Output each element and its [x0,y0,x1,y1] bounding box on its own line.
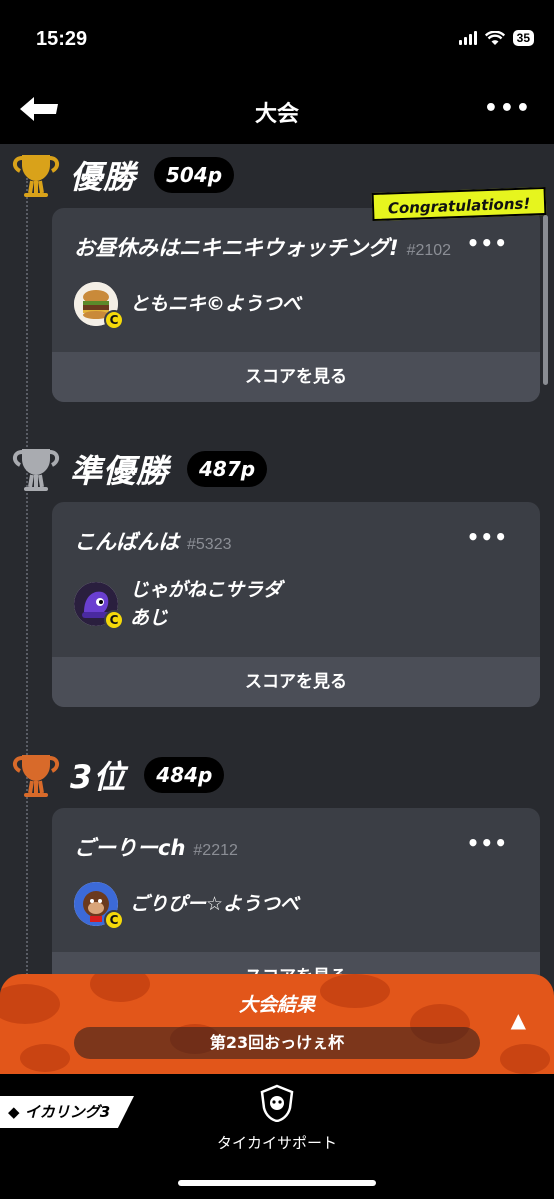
tournament-support-tab[interactable]: タイカイサポート [200,1084,354,1153]
team-id: #2212 [193,842,238,859]
card-more-icon[interactable]: ••• [467,527,508,547]
player-name: ごりぴー☆ようつべ [130,893,300,915]
player-row: C ごりぴー☆ようつべ [74,882,300,930]
tab-label: タイカイサポート [216,1135,337,1152]
wifi-icon [484,30,505,45]
gold-trophy-icon [13,155,59,197]
team-name: お昼休みはニキニキウォッチング! [74,236,399,260]
avatar: C [74,582,124,630]
team-title-row: ごーりーch #2212 [74,832,238,862]
player-name: ともニキ©ようつべ [130,293,302,315]
player-badge: C [104,310,124,330]
card-more-icon[interactable]: ••• [467,833,508,853]
team-title-row: お昼休みはニキニキウォッチング! #2102 [74,232,451,262]
player-badge: C [104,910,124,930]
team-card-3rd: ごーりーch #2212 ••• C ごりぴー☆ようつべ スコアを見る [52,808,540,1002]
tournament-name: 第23回おっけぇ杯 [74,1027,480,1059]
team-card-2nd: こんばんは #5323 ••• C じゃがねこサラダあじ スコアを見る [52,502,540,707]
scrollbar[interactable] [543,215,548,385]
player-row: C ともニキ©ようつべ [74,282,302,330]
team-name: こんばんは [74,530,179,554]
team-card-1st: お昼休みはニキニキウォッチング! #2102 ••• C ともニキ©ようつべ ス… [52,208,540,402]
player-row: C じゃがねこサラダあじ [74,576,290,632]
view-score-button[interactable]: スコアを見る [52,657,540,707]
status-bar: 15:29 35 [0,0,554,80]
rank-points: 484p [144,757,225,793]
rank-header-3rd: 3位 484p [10,748,225,802]
timeline-line [26,178,28,1078]
avatar: C [74,882,124,930]
ikaring-logo[interactable]: ◆ イカリング3 [0,1096,134,1128]
rank-title: 優勝 [70,158,137,196]
team-id: #2102 [406,242,452,259]
shield-emblem-icon [260,1084,294,1123]
team-title-row: こんばんは #5323 [74,526,232,556]
signal-icon [458,31,477,45]
home-indicator [178,1180,376,1186]
player-name: じゃがねこサラダあじ [130,579,283,629]
rank-title: 3位 [70,758,127,796]
view-score-button[interactable]: スコアを見る [52,352,540,402]
rank-header-1st: 優勝 504p [10,148,235,202]
battery-indicator: 35 [512,30,534,46]
status-time: 15:29 [36,28,88,50]
page-title: 大会 [254,102,299,127]
team-id: #5323 [187,536,232,553]
congratulations-banner: Congratulations! [371,186,547,222]
status-icons: 35 [458,30,534,46]
card-more-icon[interactable]: ••• [467,233,508,253]
avatar: C [74,282,124,330]
team-name: ごーりーch [74,836,186,860]
more-options-icon[interactable]: ••• [484,98,532,120]
player-badge: C [104,610,124,630]
rank-header-2nd: 準優勝 487p [10,442,268,496]
expand-up-icon[interactable]: ▲ [511,1008,526,1032]
rank-points: 487p [187,451,268,487]
result-title: 大会結果 [238,994,315,1016]
nav-bar: 大会 ••• [0,80,554,144]
silver-trophy-icon [13,449,59,491]
rank-title: 準優勝 [70,452,170,490]
tournament-result-panel[interactable]: 大会結果 第23回おっけぇ杯 ▲ [0,974,554,1074]
rank-points: 504p [154,157,235,193]
bronze-trophy-icon [13,755,59,797]
